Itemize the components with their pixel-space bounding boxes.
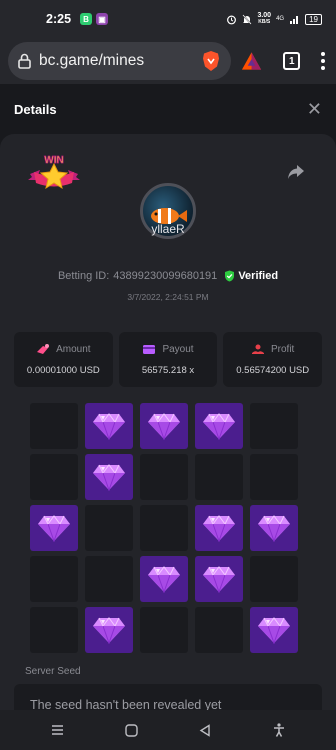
url-text: bc.game/mines	[39, 52, 145, 69]
verified-status[interactable]: Verified	[224, 270, 278, 282]
messages-app-icon: B	[80, 13, 93, 25]
diamond-icon	[203, 413, 235, 440]
address-bar[interactable]: bc.game/mines	[8, 42, 231, 80]
server-seed-label: Server Seed	[25, 666, 81, 677]
alarm-icon	[227, 15, 237, 24]
battery-indicator: 19	[305, 13, 322, 25]
home-button[interactable]	[116, 723, 146, 737]
gem-tile	[250, 607, 298, 653]
gem-tile	[195, 556, 243, 602]
empty-tile	[250, 403, 298, 449]
video-app-icon: ▣	[96, 13, 109, 25]
lock-icon	[18, 53, 31, 69]
empty-tile	[140, 607, 188, 653]
mute-bell-icon	[242, 14, 253, 24]
details-title: Details	[14, 101, 57, 117]
gem-tile	[85, 454, 133, 500]
empty-tile	[250, 556, 298, 602]
diamond-icon	[148, 566, 180, 593]
win-badge-icon: WIN	[28, 155, 80, 190]
verified-label: Verified	[238, 270, 279, 282]
empty-tile	[85, 556, 133, 602]
bet-date: 3/7/2022, 2:24:51 PM	[127, 292, 209, 302]
stat-profit-value: 0.56574200 USD	[236, 365, 310, 376]
gem-tile	[195, 505, 243, 551]
empty-tile	[30, 403, 78, 449]
back-triangle-icon	[199, 723, 210, 737]
betting-id-label: Betting ID:	[57, 270, 110, 282]
stat-amount-value: 0.00001000 USD	[26, 365, 100, 376]
gem-tile	[140, 403, 188, 449]
diamond-icon	[93, 464, 125, 491]
betting-id-row: Betting ID: 43899230099680191 Verified	[0, 270, 336, 282]
stat-payout: Payout 56575.218 x	[118, 332, 218, 387]
money-icon	[37, 344, 50, 354]
profit-icon	[252, 344, 264, 354]
home-square-icon	[124, 723, 138, 737]
browser-toolbar: bc.game/mines 1	[0, 38, 336, 84]
empty-tile	[140, 454, 188, 500]
gem-tile	[250, 505, 298, 551]
stat-amount: Amount 0.00001000 USD	[14, 332, 113, 387]
back-button[interactable]	[190, 723, 220, 737]
diamond-icon	[148, 413, 180, 440]
stat-amount-label: Amount	[56, 343, 91, 355]
win-badge-text: WIN	[44, 155, 63, 166]
accessibility-icon	[274, 723, 284, 737]
stat-profit-label: Profit	[271, 343, 295, 355]
betting-id-value[interactable]: 43899230099680191	[113, 270, 217, 282]
signal-icon	[290, 15, 299, 24]
empty-tile	[250, 454, 298, 500]
stats-row: Amount 0.00001000 USD Payout 56575.218 x…	[14, 332, 323, 387]
empty-tile	[195, 607, 243, 653]
close-button[interactable]: ✕	[307, 100, 322, 118]
diamond-icon	[38, 515, 70, 542]
username: yllaeR	[151, 222, 185, 236]
tab-switcher-button[interactable]: 1	[283, 52, 301, 70]
stat-profit: Profit 0.56574200 USD	[223, 332, 323, 387]
stat-payout-value: 56575.218 x	[141, 365, 195, 376]
brave-rewards-icon[interactable]	[241, 51, 262, 71]
card-icon	[143, 345, 156, 354]
gem-tile	[30, 505, 78, 551]
empty-tile	[195, 454, 243, 500]
net-speed-value: 3.00	[257, 12, 272, 19]
net-speed: 3.00 KB/S	[257, 12, 271, 26]
diamond-icon	[258, 515, 290, 542]
details-header: Details ✕	[0, 84, 336, 134]
gem-tile	[85, 607, 133, 653]
empty-tile	[140, 505, 188, 551]
status-time: 2:25	[46, 12, 72, 26]
menu-lines-icon	[51, 725, 63, 735]
gem-tile	[85, 403, 133, 449]
empty-tile	[85, 505, 133, 551]
brave-shields-icon[interactable]	[201, 50, 221, 72]
signal-label: 4G	[276, 16, 285, 22]
status-indicators: 3.00 KB/S 4G 19	[226, 12, 322, 26]
android-nav-bar	[0, 710, 336, 750]
empty-tile	[30, 556, 78, 602]
status-app-icons: B ▣	[80, 13, 109, 25]
share-icon[interactable]	[286, 163, 306, 181]
diamond-icon	[93, 413, 125, 440]
recent-apps-button[interactable]	[42, 724, 72, 736]
empty-tile	[30, 607, 78, 653]
mines-grid	[30, 403, 308, 653]
diamond-icon	[93, 617, 125, 644]
empty-tile	[30, 454, 78, 500]
diamond-icon	[203, 515, 235, 542]
diamond-icon	[258, 617, 290, 644]
diamond-icon	[203, 566, 235, 593]
net-speed-unit: KB/S	[258, 19, 271, 25]
verified-shield-icon	[225, 270, 235, 282]
gem-tile	[195, 403, 243, 449]
browser-menu-button[interactable]	[318, 52, 328, 70]
accessibility-button[interactable]	[264, 723, 294, 737]
stat-payout-label: Payout	[162, 343, 194, 355]
status-bar: 2:25 B ▣ 3.00 KB/S 4G 19	[0, 0, 336, 38]
gem-tile	[140, 556, 188, 602]
